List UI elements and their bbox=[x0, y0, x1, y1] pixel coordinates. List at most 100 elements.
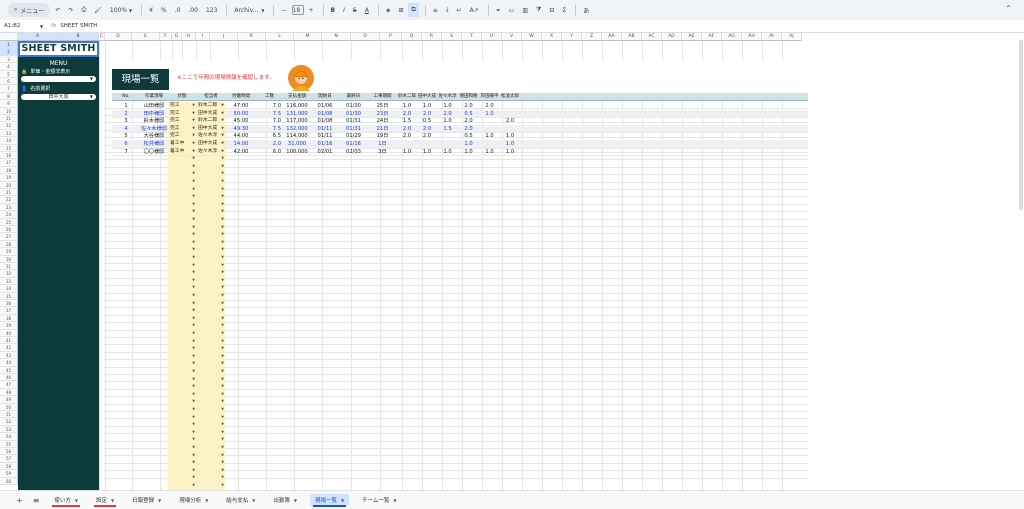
status-dropdown[interactable]: ▼ bbox=[168, 376, 196, 383]
status-dropdown[interactable]: ▼ bbox=[168, 368, 196, 375]
person-dropdown[interactable]: 田中大成 ▼ bbox=[196, 140, 225, 147]
row-number[interactable]: 54 bbox=[0, 433, 18, 441]
status-dropdown[interactable]: ▼ bbox=[168, 224, 196, 231]
person-dropdown[interactable]: ▼ bbox=[196, 452, 225, 459]
person-dropdown[interactable]: ▼ bbox=[196, 155, 225, 162]
sheet-tab[interactable]: 日報登録 ▼ bbox=[127, 494, 166, 506]
toggle-dropdown[interactable]: ▼ bbox=[21, 76, 96, 82]
row-number[interactable]: 21 bbox=[0, 189, 18, 197]
status-dropdown[interactable]: ▼ bbox=[168, 163, 196, 170]
bold-button[interactable]: B bbox=[328, 3, 339, 17]
column-header[interactable]: U bbox=[482, 33, 502, 41]
row-number[interactable]: 53 bbox=[0, 425, 18, 434]
decrease-decimal-button[interactable]: .0 bbox=[172, 3, 184, 17]
column-header[interactable]: J bbox=[210, 33, 238, 41]
status-dropdown[interactable]: ▼ bbox=[168, 155, 196, 162]
status-dropdown[interactable]: ▼ bbox=[168, 277, 196, 284]
column-header[interactable]: AJ bbox=[782, 33, 802, 41]
font-size-decrease-button[interactable]: − bbox=[278, 3, 289, 17]
column-header[interactable]: K bbox=[238, 33, 266, 41]
person-dropdown[interactable]: ▼ bbox=[196, 170, 225, 177]
person-dropdown[interactable]: ▼ bbox=[196, 482, 225, 489]
column-header[interactable]: P bbox=[380, 33, 402, 41]
row-number[interactable]: 16 bbox=[0, 152, 18, 160]
person-dropdown[interactable]: ▼ bbox=[196, 360, 225, 367]
column-header[interactable]: AD bbox=[662, 33, 682, 41]
person-dropdown[interactable]: ▼ bbox=[196, 216, 225, 223]
column-header[interactable]: I bbox=[196, 33, 210, 41]
row-number[interactable]: 44 bbox=[0, 359, 18, 367]
row-number[interactable]: 25 bbox=[0, 218, 18, 226]
column-header[interactable]: Z bbox=[582, 33, 602, 41]
status-dropdown[interactable]: ▼ bbox=[168, 482, 196, 489]
column-header[interactable]: Q bbox=[402, 33, 422, 41]
row-number[interactable]: 56 bbox=[0, 448, 18, 456]
align-horizontal-icon[interactable]: ≡ bbox=[430, 3, 441, 17]
status-dropdown[interactable]: ▼ bbox=[168, 284, 196, 291]
font-size-input[interactable]: 18 bbox=[291, 5, 304, 15]
person-dropdown[interactable]: ▼ bbox=[196, 246, 225, 253]
status-dropdown[interactable]: ▼ bbox=[168, 459, 196, 466]
status-dropdown[interactable]: ▼ bbox=[168, 201, 196, 208]
column-header[interactable]: Y bbox=[562, 33, 582, 41]
column-header[interactable]: D bbox=[105, 33, 132, 41]
person-dropdown[interactable]: ▼ bbox=[196, 186, 225, 193]
row-number[interactable]: 33 bbox=[0, 277, 18, 286]
row-number[interactable]: 2 bbox=[0, 48, 18, 56]
status-dropdown[interactable]: ▼ bbox=[168, 406, 196, 413]
row-number[interactable]: 58 bbox=[0, 462, 18, 471]
status-dropdown[interactable]: ▼ bbox=[168, 429, 196, 436]
column-header[interactable]: H bbox=[182, 33, 196, 41]
row-number[interactable]: 29 bbox=[0, 248, 18, 256]
row-number[interactable]: 34 bbox=[0, 285, 18, 293]
text-rotate-icon[interactable]: A↗ bbox=[467, 3, 482, 17]
filter-icon[interactable]: ⧩ bbox=[533, 3, 544, 17]
person-dropdown[interactable]: 佐々木淳 ▼ bbox=[196, 132, 225, 140]
person-dropdown[interactable]: ▼ bbox=[196, 254, 225, 261]
name-dropdown[interactable]: 田中大成 ▼ bbox=[21, 94, 96, 100]
currency-format-button[interactable]: ¥ bbox=[146, 3, 156, 17]
row-number[interactable]: 20 bbox=[0, 181, 18, 189]
column-header[interactable]: AA bbox=[602, 33, 622, 41]
sheet-tab[interactable]: 給与支払 ▼ bbox=[221, 494, 260, 506]
person-dropdown[interactable]: ▼ bbox=[196, 178, 225, 185]
row-number[interactable]: 26 bbox=[0, 226, 18, 234]
row-number[interactable]: 22 bbox=[0, 196, 18, 204]
row-number[interactable]: 36 bbox=[0, 300, 18, 308]
status-dropdown[interactable]: ▼ bbox=[168, 330, 196, 337]
row-number[interactable]: 43 bbox=[0, 351, 18, 360]
column-header[interactable]: B bbox=[58, 33, 99, 41]
name-box[interactable]: A1:B2 bbox=[0, 23, 40, 29]
status-dropdown[interactable]: ▼ bbox=[168, 353, 196, 360]
row-number[interactable]: 31 bbox=[0, 263, 18, 271]
menu-search-button[interactable]: ⌕ メニュー bbox=[8, 3, 51, 17]
row-number[interactable]: 28 bbox=[0, 240, 18, 249]
person-dropdown[interactable]: ▼ bbox=[196, 163, 225, 170]
status-dropdown[interactable]: ▼ bbox=[168, 444, 196, 451]
row-number[interactable]: 5 bbox=[0, 70, 18, 78]
status-dropdown[interactable]: ▼ bbox=[168, 300, 196, 307]
person-dropdown[interactable]: ▼ bbox=[196, 292, 225, 299]
status-dropdown[interactable]: 完工 ▼ bbox=[168, 102, 196, 109]
undo-icon[interactable]: ↶ bbox=[52, 3, 63, 17]
text-color-button[interactable]: A bbox=[362, 3, 372, 17]
person-dropdown[interactable]: ▼ bbox=[196, 262, 225, 269]
person-dropdown[interactable]: ▼ bbox=[196, 239, 225, 246]
person-dropdown[interactable]: ▼ bbox=[196, 307, 225, 314]
person-dropdown[interactable]: 鈴木二郎 ▼ bbox=[196, 117, 225, 125]
column-header[interactable]: N bbox=[322, 33, 351, 41]
person-dropdown[interactable]: ▼ bbox=[196, 353, 225, 360]
status-dropdown[interactable]: 完工 ▼ bbox=[168, 124, 196, 132]
person-dropdown[interactable]: ▼ bbox=[196, 231, 225, 238]
sheet-tab[interactable]: 出勤簿 ▼ bbox=[268, 494, 302, 506]
person-dropdown[interactable]: ▼ bbox=[196, 421, 225, 428]
status-dropdown[interactable]: ▼ bbox=[168, 208, 196, 215]
vertical-scrollbar[interactable] bbox=[1019, 40, 1023, 210]
status-dropdown[interactable]: ▼ bbox=[168, 193, 196, 200]
status-dropdown[interactable]: ▼ bbox=[168, 360, 196, 367]
strikethrough-button[interactable]: S bbox=[350, 3, 360, 17]
person-dropdown[interactable]: ▼ bbox=[196, 224, 225, 231]
filter-views-icon[interactable]: ⊟ bbox=[546, 3, 557, 17]
column-header[interactable]: O bbox=[351, 33, 380, 41]
row-number[interactable]: 38 bbox=[0, 314, 18, 323]
